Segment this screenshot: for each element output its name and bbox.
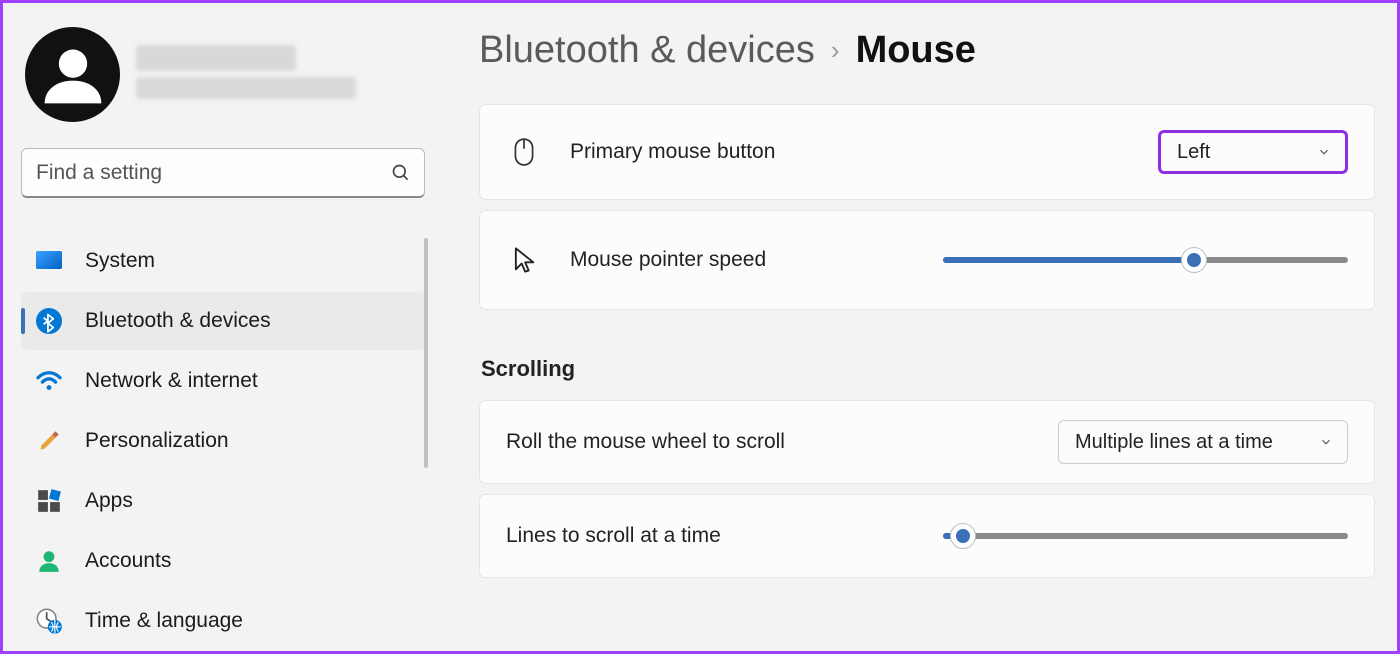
setting-label: Mouse pointer speed [570, 248, 943, 272]
mouse-icon [506, 137, 542, 167]
cursor-icon [506, 246, 542, 274]
sidebar-item-time-language[interactable]: Time & language [21, 592, 425, 650]
wifi-icon [35, 367, 63, 395]
setting-pointer-speed: Mouse pointer speed [479, 210, 1375, 310]
apps-icon [35, 487, 63, 515]
bluetooth-icon [35, 307, 63, 335]
sidebar-item-apps[interactable]: Apps [21, 472, 425, 530]
dropdown-value: Multiple lines at a time [1075, 431, 1273, 454]
search-input[interactable] [21, 148, 425, 198]
setting-label: Roll the mouse wheel to scroll [506, 430, 1058, 454]
setting-label: Primary mouse button [570, 140, 1158, 164]
sidebar-item-label: Bluetooth & devices [85, 309, 271, 333]
main-content: Bluetooth & devices › Mouse Primary mous… [443, 3, 1397, 651]
person-icon [35, 547, 63, 575]
lines-scroll-slider[interactable] [943, 533, 1348, 539]
pointer-speed-slider[interactable] [943, 257, 1348, 263]
chevron-down-icon [1319, 435, 1333, 449]
chevron-right-icon: › [831, 35, 840, 66]
paintbrush-icon [35, 427, 63, 455]
profile-text-blurred [136, 45, 425, 105]
sidebar: System Bluetooth & devices Network & int… [3, 3, 443, 651]
sidebar-item-personalization[interactable]: Personalization [21, 412, 425, 470]
clock-globe-icon [35, 607, 63, 635]
sidebar-item-label: Apps [85, 489, 133, 513]
sidebar-item-accounts[interactable]: Accounts [21, 532, 425, 590]
setting-primary-mouse-button: Primary mouse button Left [479, 104, 1375, 200]
sidebar-item-label: Network & internet [85, 369, 258, 393]
setting-wheel-scroll: Roll the mouse wheel to scroll Multiple … [479, 400, 1375, 484]
breadcrumb: Bluetooth & devices › Mouse [479, 29, 1375, 72]
profile-block[interactable] [21, 27, 425, 122]
setting-label: Lines to scroll at a time [506, 524, 943, 548]
page-title: Mouse [856, 29, 976, 72]
sidebar-scrollbar[interactable] [424, 238, 428, 468]
avatar [25, 27, 120, 122]
sidebar-item-label: Time & language [85, 609, 243, 633]
sidebar-item-label: Accounts [85, 549, 171, 573]
breadcrumb-parent[interactable]: Bluetooth & devices [479, 29, 815, 72]
sidebar-item-label: Personalization [85, 429, 229, 453]
section-scrolling: Scrolling [481, 356, 1375, 382]
sidebar-item-system[interactable]: System [21, 232, 425, 290]
search-wrap [21, 148, 425, 198]
dropdown-value: Left [1177, 141, 1210, 164]
sidebar-nav: System Bluetooth & devices Network & int… [21, 232, 425, 650]
chevron-down-icon [1317, 145, 1331, 159]
sidebar-item-network[interactable]: Network & internet [21, 352, 425, 410]
primary-button-dropdown[interactable]: Left [1158, 130, 1348, 174]
wheel-scroll-dropdown[interactable]: Multiple lines at a time [1058, 420, 1348, 464]
search-icon [391, 163, 411, 183]
sidebar-item-bluetooth-devices[interactable]: Bluetooth & devices [21, 292, 425, 350]
setting-lines-scroll: Lines to scroll at a time [479, 494, 1375, 578]
monitor-icon [35, 247, 63, 275]
sidebar-item-label: System [85, 249, 155, 273]
